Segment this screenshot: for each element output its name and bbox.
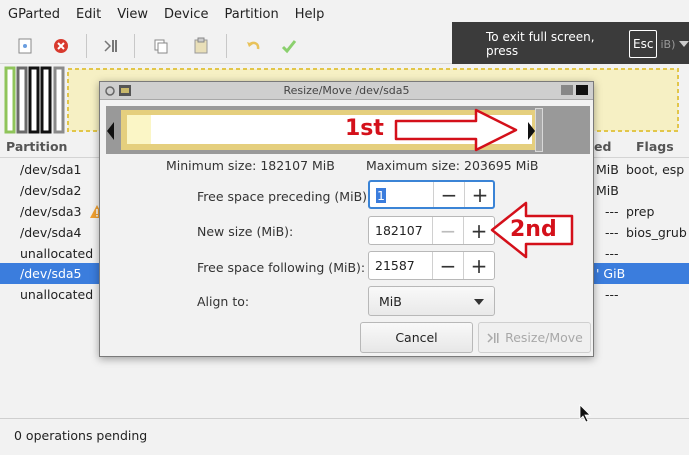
- row-partition-name: /dev/sda3: [20, 204, 82, 219]
- toolbar-separator: [134, 34, 135, 58]
- menu-device[interactable]: Device: [156, 7, 216, 22]
- column-header-partition[interactable]: Partition: [6, 139, 67, 154]
- esc-key-badge: Esc: [629, 30, 658, 58]
- new-size-decrement[interactable]: −: [432, 217, 463, 244]
- row-flags: prep: [626, 204, 655, 219]
- new-partition-icon: [18, 38, 32, 54]
- new-size-label: New size (MiB):: [197, 224, 294, 239]
- toolbar-separator: [226, 34, 227, 58]
- dialog-title: Resize/Move /dev/sda5: [283, 84, 410, 97]
- row-partition-name: /dev/sda2: [20, 183, 82, 198]
- free-space-following-value[interactable]: 21587: [375, 258, 415, 273]
- cancel-button[interactable]: Cancel: [360, 322, 473, 353]
- menu-edit[interactable]: Edit: [68, 7, 109, 22]
- align-to-value: MiB: [379, 294, 402, 309]
- free-space-following-label: Free space following (MiB):: [197, 260, 366, 275]
- column-header-used[interactable]: ed: [594, 139, 611, 154]
- row-used: ---: [605, 287, 619, 302]
- minimum-size-label: Minimum size: 182107 MiB: [166, 158, 335, 173]
- free-space-preceding-label: Free space preceding (MiB):: [197, 189, 372, 204]
- free-space-preceding-decrement[interactable]: −: [433, 182, 464, 207]
- fullscreen-notice: To exit full screen, press Esc iB): [452, 22, 689, 66]
- chevron-down-icon: [679, 41, 689, 47]
- first-step-annotation: 1st: [345, 116, 384, 141]
- chevron-down-icon: [474, 299, 484, 305]
- row-partition-name: /dev/sda4: [20, 225, 82, 240]
- free-space-following-decrement[interactable]: −: [432, 252, 463, 279]
- maximize-button[interactable]: [561, 85, 573, 95]
- resize-move-icon: [104, 40, 117, 52]
- delete-partition-button[interactable]: [48, 34, 74, 58]
- undo-icon: [247, 41, 260, 50]
- copy-button[interactable]: [148, 34, 174, 58]
- menu-partition[interactable]: Partition: [217, 7, 287, 22]
- resize-move-button-label: Resize/Move: [505, 330, 583, 345]
- new-size-value[interactable]: 182107: [375, 223, 423, 238]
- resize-move-icon: [487, 332, 499, 343]
- row-used: ---: [605, 246, 619, 261]
- row-partition-name: /dev/sda5: [20, 266, 82, 281]
- row-partition-name: unallocated: [20, 287, 94, 302]
- free-space-preceding-value[interactable]: 1: [376, 188, 386, 203]
- resize-move-button[interactable]: Resize/Move: [478, 322, 591, 353]
- apply-button[interactable]: [276, 34, 302, 58]
- free-space-following-spinner[interactable]: 21587 − +: [368, 251, 495, 280]
- maximum-size-label: Maximum size: 203695 MiB: [366, 158, 539, 173]
- row-used: ---: [605, 225, 619, 240]
- left-resize-handle-icon[interactable]: [107, 122, 115, 140]
- row-partition-name: /dev/sda1: [20, 162, 82, 177]
- paste-icon: [194, 37, 208, 54]
- second-step-annotation: 2nd: [510, 217, 557, 242]
- copy-icon: [154, 39, 168, 54]
- undo-button[interactable]: [240, 34, 266, 58]
- free-space-preceding-spinner[interactable]: 1 − +: [368, 180, 495, 209]
- toolbar-separator: [86, 34, 87, 58]
- fullscreen-notice-ghost-text: iB): [660, 37, 676, 51]
- column-header-flags[interactable]: Flags: [636, 139, 674, 154]
- close-button[interactable]: [576, 85, 588, 95]
- new-partition-button[interactable]: [12, 34, 38, 58]
- mouse-cursor-icon: [579, 404, 591, 423]
- row-flags: boot, esp: [626, 162, 685, 177]
- align-to-label: Align to:: [197, 294, 250, 309]
- status-text: 0 operations pending: [14, 428, 148, 443]
- delete-icon: [54, 39, 68, 53]
- row-used: MiB: [596, 183, 619, 198]
- row-used: ---: [605, 204, 619, 219]
- resize-move-toolbar-button[interactable]: [98, 34, 124, 58]
- partition-free-area: [127, 115, 151, 144]
- menu-view[interactable]: View: [109, 7, 156, 22]
- row-partition-name: unallocated: [20, 246, 94, 261]
- checkmark-icon: [281, 40, 297, 54]
- resize-limit-marker: [535, 108, 543, 152]
- fullscreen-notice-text: To exit full screen, press: [486, 30, 595, 58]
- menu-gparted[interactable]: GParted: [0, 7, 68, 22]
- new-size-spinner[interactable]: 182107 − +: [368, 216, 495, 245]
- row-used: MiB: [596, 162, 619, 177]
- row-flags: bios_grub: [626, 225, 687, 240]
- paste-button[interactable]: [188, 34, 214, 58]
- menu-help[interactable]: Help: [287, 7, 333, 22]
- first-arrow-annotation: [394, 108, 518, 152]
- dialog-titlebar: Resize/Move /dev/sda5: [100, 82, 593, 100]
- cancel-button-label: Cancel: [395, 330, 438, 345]
- align-to-dropdown[interactable]: MiB: [368, 286, 495, 316]
- row-used: ' GiB: [596, 266, 626, 281]
